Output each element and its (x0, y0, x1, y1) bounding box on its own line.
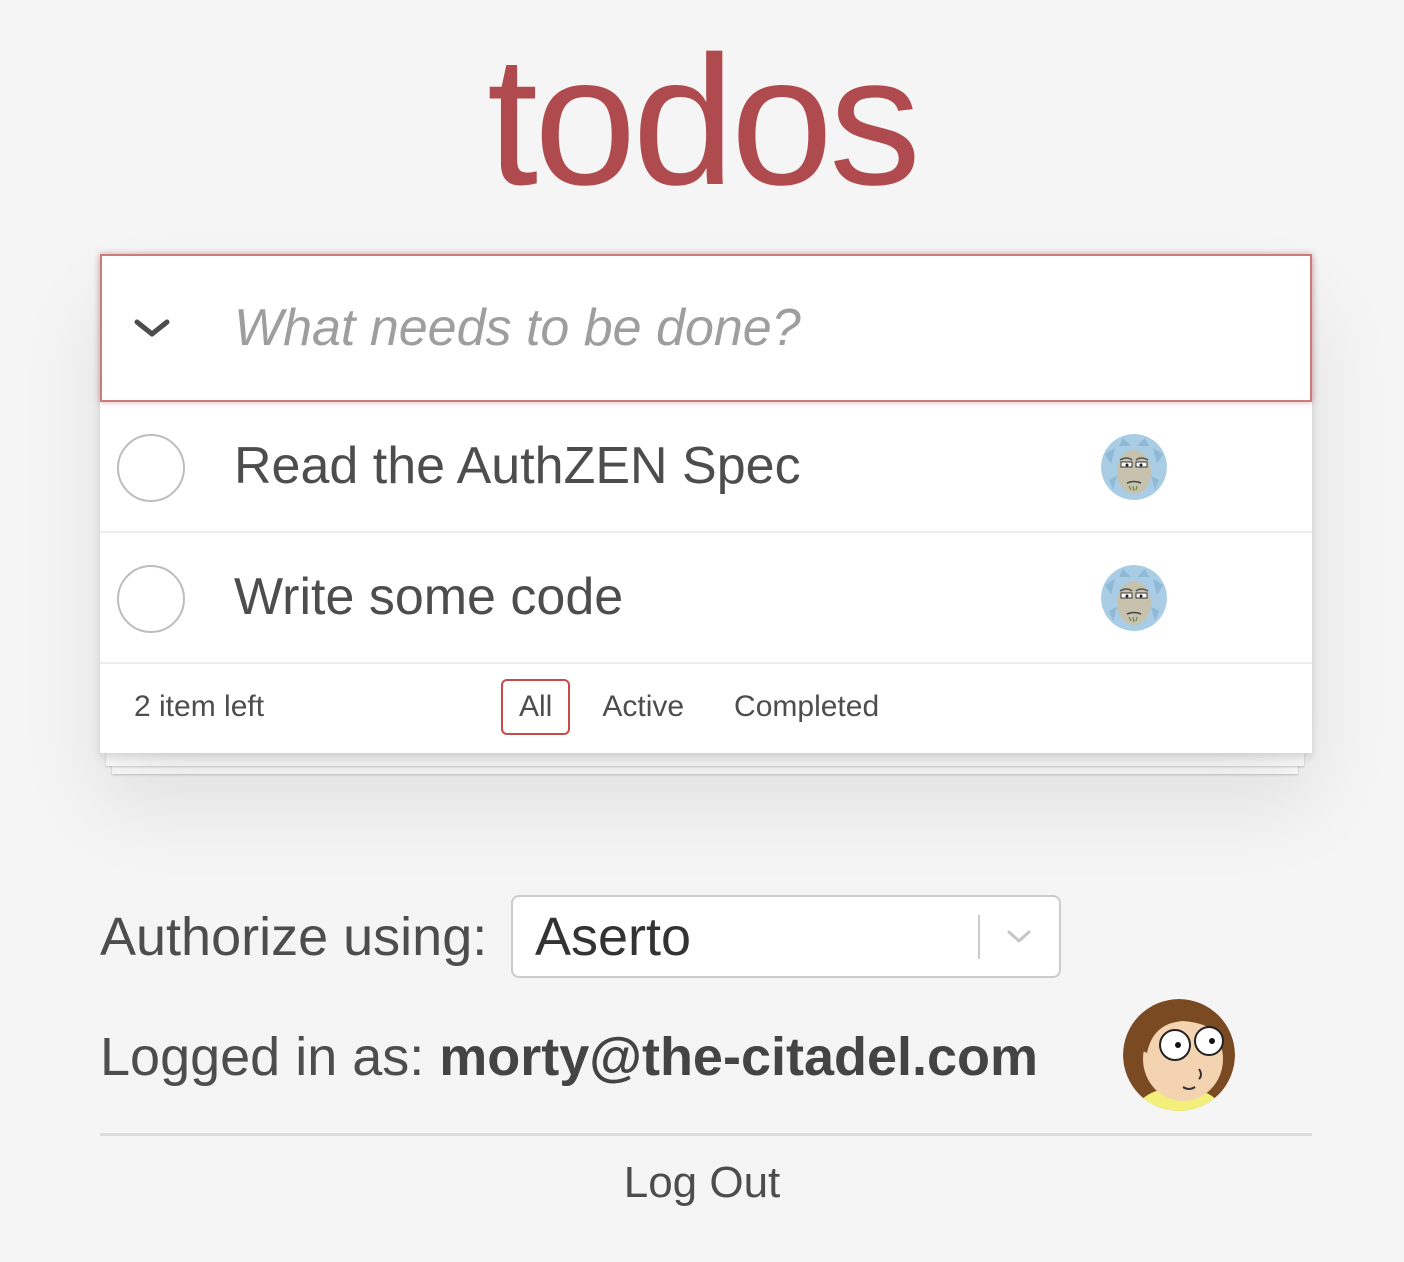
todo-count: 2 item left (134, 690, 265, 723)
todo-item: Write some code (100, 533, 1312, 664)
filters: All Active Completed (501, 679, 911, 735)
todo-app: Read the AuthZEN Spec (100, 254, 1312, 753)
logged-in-label: Logged in as: (100, 1027, 425, 1087)
filter-all[interactable]: All (501, 679, 571, 735)
new-todo-input[interactable] (234, 256, 1310, 400)
todo-toggle-checkbox[interactable] (117, 434, 185, 502)
todo-label[interactable]: Read the AuthZEN Spec (234, 402, 801, 531)
new-todo-header (100, 254, 1312, 402)
logout-button[interactable]: Log Out (624, 1158, 781, 1207)
authorize-label: Authorize using: (100, 907, 488, 967)
stack-shadow (106, 752, 1304, 766)
filter-active[interactable]: Active (584, 679, 702, 735)
morty-avatar (1123, 999, 1235, 1111)
todo-item: Read the AuthZEN Spec (100, 402, 1312, 533)
divider (100, 1133, 1312, 1136)
filter-completed[interactable]: Completed (716, 679, 897, 735)
rick-avatar (1101, 434, 1167, 500)
todo-label[interactable]: Write some code (234, 533, 623, 662)
authorizer-select-value: Aserto (535, 907, 692, 967)
logged-in-as: Logged in as: morty@the-citadel.com (100, 1026, 1038, 1088)
user-email: morty@the-citadel.com (439, 1027, 1039, 1087)
logout-row: Log Out (0, 1158, 1404, 1208)
toggle-all-button[interactable] (130, 306, 174, 350)
chevron-down-icon (134, 319, 170, 337)
rick-avatar (1101, 565, 1167, 631)
todo-toggle-checkbox[interactable] (117, 565, 185, 633)
todo-list: Read the AuthZEN Spec Write some code (100, 402, 1312, 664)
authorizer-select[interactable]: Aserto (511, 895, 1061, 978)
todo-footer: 2 item left All Active Completed (100, 664, 1312, 753)
app-title: todos (486, 17, 921, 223)
chevron-down-icon[interactable] (1003, 921, 1035, 953)
select-separator (978, 915, 980, 959)
